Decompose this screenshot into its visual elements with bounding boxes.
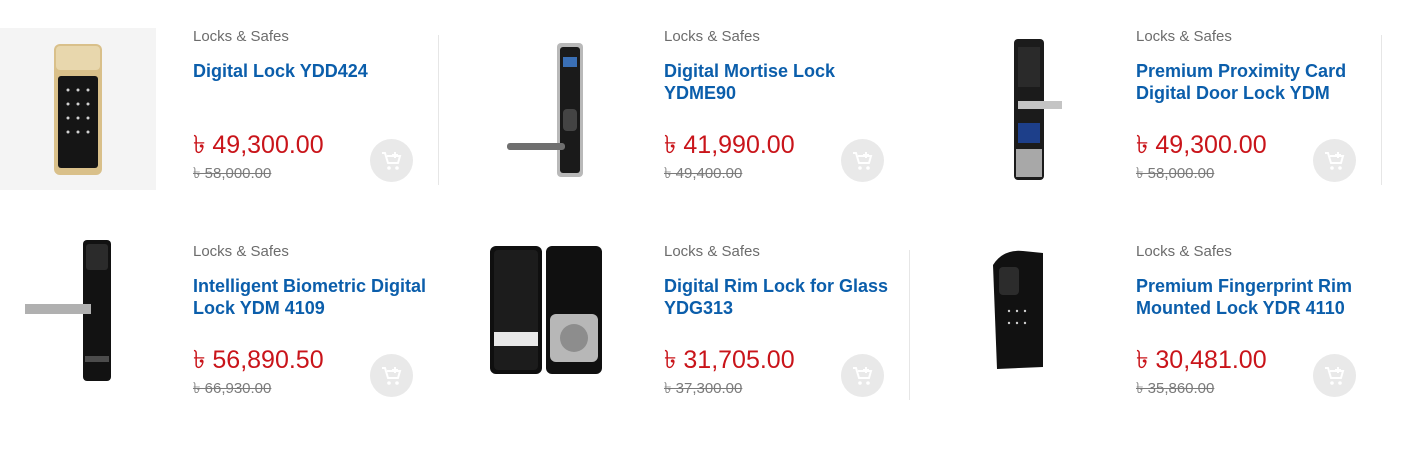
product-card: Locks & Safes Digital Rim Lock for Glass…: [471, 215, 911, 415]
product-info: Locks & Safes Premium Proximity Card Dig…: [1136, 27, 1371, 104]
product-old-price: ৳ 66,930.00: [193, 380, 272, 397]
product-grid: Locks & Safes Digital Lock YDD424 ৳ 49,3…: [0, 0, 1425, 455]
product-old-price: ৳ 58,000.00: [1136, 165, 1215, 182]
product-info: Locks & Safes Digital Rim Lock for Glass…: [664, 242, 899, 319]
add-to-cart-icon: [381, 366, 401, 385]
product-old-price: ৳ 35,860.00: [1136, 380, 1215, 397]
add-to-cart-button[interactable]: [370, 354, 413, 397]
add-to-cart-icon: [852, 151, 872, 170]
product-category[interactable]: Locks & Safes: [664, 27, 899, 47]
product-image[interactable]: [471, 28, 629, 190]
divider: [909, 250, 910, 400]
product-title[interactable]: Digital Mortise Lock YDME90: [664, 60, 899, 104]
product-category[interactable]: Locks & Safes: [1136, 242, 1371, 262]
product-info: Locks & Safes Intelligent Biometric Digi…: [193, 242, 428, 319]
product-price: ৳ 49,300.00: [1136, 131, 1267, 159]
product-old-price: ৳ 49,400.00: [664, 165, 743, 182]
add-to-cart-button[interactable]: [1313, 354, 1356, 397]
product-old-price: ৳ 58,000.00: [193, 165, 272, 182]
product-info: Locks & Safes Premium Fingerprint Rim Mo…: [1136, 242, 1371, 319]
product-title[interactable]: Intelligent Biometric Digital Lock YDM 4…: [193, 275, 428, 319]
product-price: ৳ 41,990.00: [664, 131, 795, 159]
product-old-price: ৳ 37,300.00: [664, 380, 743, 397]
add-to-cart-icon: [1324, 366, 1344, 385]
product-price: ৳ 56,890.50: [193, 346, 324, 374]
product-image[interactable]: [943, 215, 1093, 405]
product-category[interactable]: Locks & Safes: [664, 242, 899, 262]
product-image[interactable]: [943, 28, 1101, 190]
add-to-cart-button[interactable]: [1313, 139, 1356, 182]
product-title[interactable]: Premium Proximity Card Digital Door Lock…: [1136, 60, 1371, 104]
product-category[interactable]: Locks & Safes: [193, 27, 428, 47]
product-card: Locks & Safes Digital Lock YDD424 ৳ 49,3…: [0, 0, 440, 200]
product-image[interactable]: [0, 215, 150, 405]
product-title[interactable]: Digital Rim Lock for Glass YDG313: [664, 275, 899, 319]
divider: [1381, 35, 1382, 185]
product-card: Locks & Safes Intelligent Biometric Digi…: [0, 215, 440, 415]
divider: [438, 35, 439, 185]
product-title[interactable]: Digital Lock YDD424: [193, 60, 428, 104]
product-title[interactable]: Premium Fingerprint Rim Mounted Lock YDR…: [1136, 275, 1371, 319]
product-card: Locks & Safes Premium Fingerprint Rim Mo…: [943, 215, 1383, 415]
add-to-cart-icon: [1324, 151, 1344, 170]
product-category[interactable]: Locks & Safes: [1136, 27, 1371, 47]
product-info: Locks & Safes Digital Mortise Lock YDME9…: [664, 27, 899, 104]
product-card: Locks & Safes Digital Mortise Lock YDME9…: [471, 0, 911, 200]
product-image[interactable]: [471, 215, 621, 405]
product-price: ৳ 30,481.00: [1136, 346, 1267, 374]
add-to-cart-icon: [381, 151, 401, 170]
product-card: Locks & Safes Premium Proximity Card Dig…: [943, 0, 1383, 200]
product-price: ৳ 49,300.00: [193, 131, 324, 159]
add-to-cart-button[interactable]: [370, 139, 413, 182]
product-category[interactable]: Locks & Safes: [193, 242, 428, 262]
add-to-cart-button[interactable]: [841, 139, 884, 182]
add-to-cart-icon: [852, 366, 872, 385]
product-info: Locks & Safes Digital Lock YDD424: [193, 27, 428, 104]
add-to-cart-button[interactable]: [841, 354, 884, 397]
product-price: ৳ 31,705.00: [664, 346, 795, 374]
product-image[interactable]: [0, 28, 156, 190]
